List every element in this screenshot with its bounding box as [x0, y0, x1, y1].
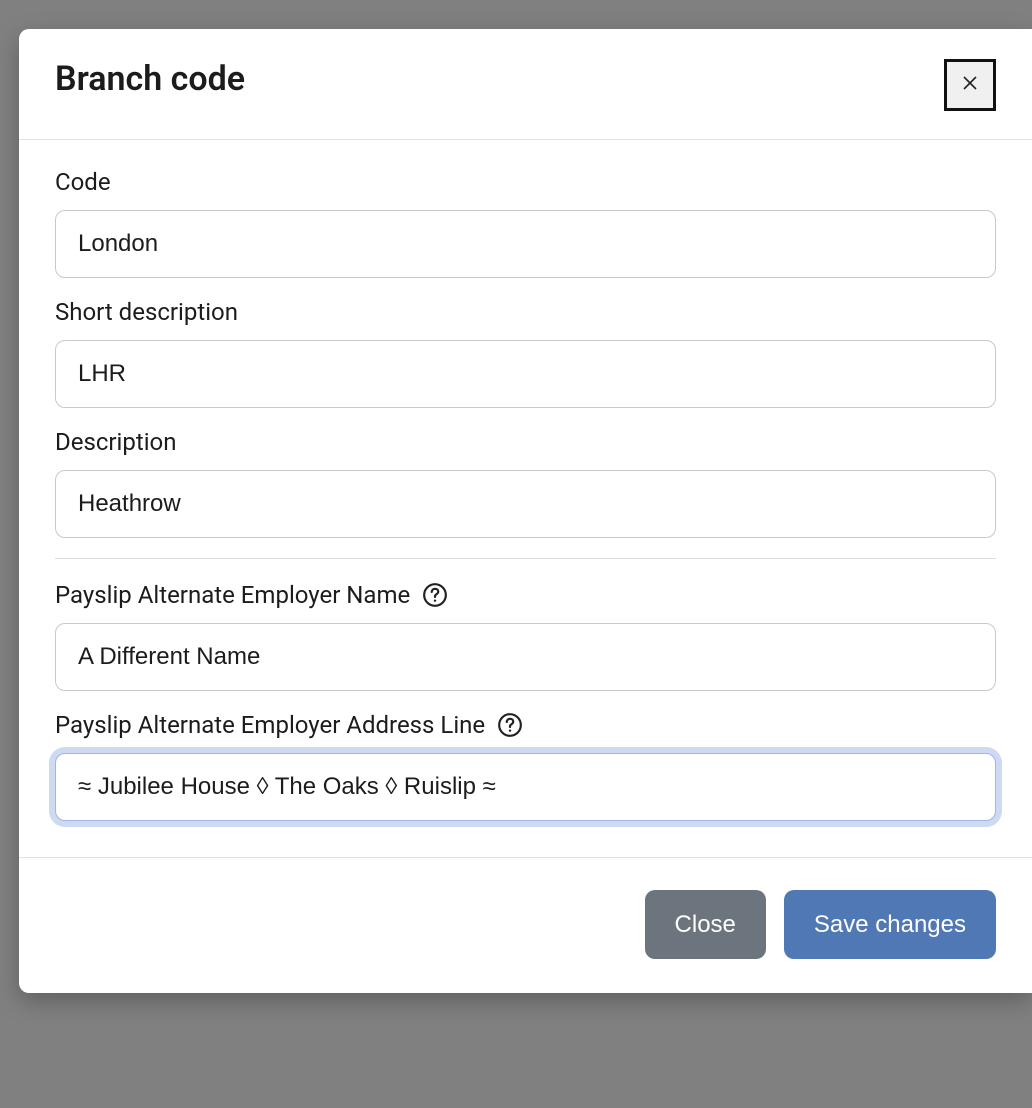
- save-button[interactable]: Save changes: [784, 890, 996, 959]
- description-field-group: Description: [55, 428, 996, 538]
- code-label: Code: [55, 168, 996, 196]
- code-field-group: Code: [55, 168, 996, 278]
- modal-footer: Close Save changes: [19, 857, 1032, 993]
- help-icon[interactable]: [422, 582, 448, 608]
- alt-employer-name-label: Payslip Alternate Employer Name: [55, 581, 996, 609]
- alt-employer-name-label-text: Payslip Alternate Employer Name: [55, 581, 410, 609]
- short-description-field-group: Short description: [55, 298, 996, 408]
- modal-header: Branch code: [19, 29, 1032, 140]
- section-divider: [55, 558, 996, 559]
- short-description-label: Short description: [55, 298, 996, 326]
- alt-employer-address-label-text: Payslip Alternate Employer Address Line: [55, 711, 485, 739]
- modal-title: Branch code: [55, 59, 245, 99]
- help-icon[interactable]: [497, 712, 523, 738]
- close-icon-button[interactable]: [944, 59, 996, 111]
- description-input[interactable]: [55, 470, 996, 538]
- close-icon: [962, 74, 978, 97]
- code-input[interactable]: [55, 210, 996, 278]
- alt-employer-address-label: Payslip Alternate Employer Address Line: [55, 711, 996, 739]
- modal-body: Code Short description Description Paysl…: [19, 140, 1032, 857]
- alt-employer-address-field-group: Payslip Alternate Employer Address Line: [55, 711, 996, 821]
- alt-employer-address-input[interactable]: [55, 753, 996, 821]
- short-description-input[interactable]: [55, 340, 996, 408]
- close-button[interactable]: Close: [645, 890, 766, 959]
- description-label: Description: [55, 428, 996, 456]
- branch-code-modal: Branch code Code Short description Descr…: [19, 29, 1032, 993]
- alt-employer-name-input[interactable]: [55, 623, 996, 691]
- alt-employer-name-field-group: Payslip Alternate Employer Name: [55, 581, 996, 691]
